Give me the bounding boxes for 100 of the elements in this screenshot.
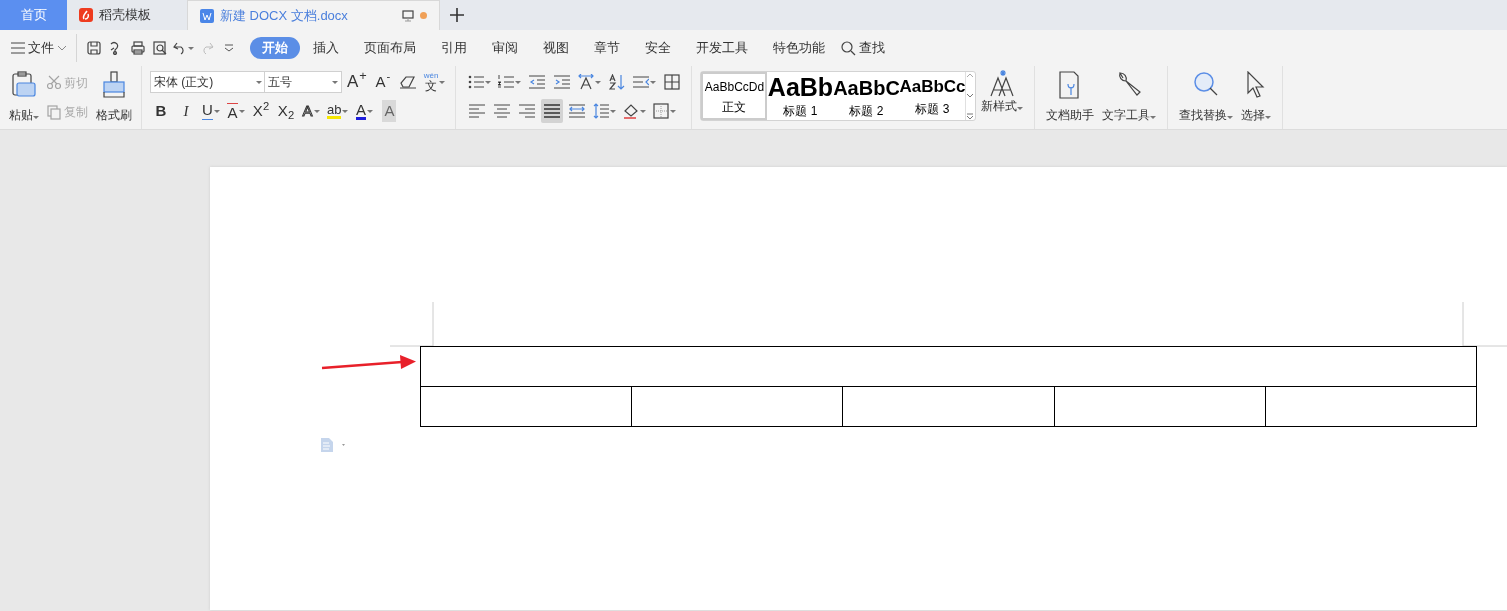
caret-icon bbox=[595, 80, 602, 84]
paint-brush-icon bbox=[102, 71, 126, 99]
monitor-icon[interactable] bbox=[402, 9, 414, 22]
grow-font-button[interactable]: A$^{+}$ bbox=[345, 70, 369, 94]
script-button[interactable]: X$^{2}$ bbox=[250, 99, 272, 123]
find-replace-button[interactable]: 查找替换 bbox=[1176, 68, 1237, 127]
caret-icon bbox=[640, 109, 647, 113]
shrink-font-button[interactable]: A$^{-}$ bbox=[371, 70, 394, 94]
text-effect-button[interactable]: A bbox=[300, 99, 322, 123]
caret-icon bbox=[188, 46, 194, 50]
bold-button[interactable]: B bbox=[150, 99, 172, 123]
caret-icon bbox=[1017, 107, 1024, 110]
caret-icon bbox=[238, 109, 245, 113]
scroll-down-icon[interactable] bbox=[966, 92, 975, 99]
align-center-icon bbox=[494, 103, 511, 119]
clipboard-icon bbox=[11, 71, 37, 99]
ribbon-tab[interactable]: 特色功能 bbox=[761, 36, 837, 60]
sort-icon bbox=[609, 74, 626, 90]
caret-icon bbox=[610, 109, 617, 113]
window-tab[interactable]: 稻壳模板 bbox=[67, 0, 187, 30]
print-icon bbox=[131, 41, 145, 55]
search-button[interactable]: 查找 bbox=[838, 36, 888, 60]
menu-icon bbox=[11, 42, 25, 54]
eraser-icon bbox=[399, 75, 416, 89]
ribbon-tab[interactable]: 引用 bbox=[429, 36, 479, 60]
table-cell[interactable] bbox=[842, 386, 1055, 427]
phonetic-guide-button[interactable]: wén 文 bbox=[421, 70, 448, 94]
highlight-button[interactable]: ab bbox=[325, 99, 351, 123]
table-cell[interactable] bbox=[420, 386, 632, 427]
distributed-icon bbox=[569, 103, 586, 119]
ribbon-tab[interactable]: 视图 bbox=[531, 36, 581, 60]
print-preview-icon bbox=[153, 41, 167, 55]
strikethrough-button[interactable]: A bbox=[225, 99, 247, 123]
copy-icon bbox=[47, 104, 61, 120]
caret-icon bbox=[332, 80, 338, 84]
style-preset[interactable]: AaBbCcDd 正文 bbox=[701, 72, 768, 120]
window-tab[interactable]: 新建 DOCX 文档.docx bbox=[187, 0, 440, 30]
expand-icon[interactable] bbox=[966, 113, 975, 120]
caret-icon bbox=[213, 109, 220, 113]
justify-button[interactable] bbox=[541, 99, 564, 123]
caret-icon bbox=[1227, 116, 1234, 119]
increase-indent-icon bbox=[554, 74, 571, 90]
table-layout-icon bbox=[664, 74, 681, 90]
paste-button[interactable]: 粘贴 bbox=[6, 68, 42, 127]
chevron-down-icon bbox=[224, 44, 234, 52]
caret-icon bbox=[342, 109, 349, 113]
redo-icon bbox=[200, 41, 214, 55]
ribbon-tab[interactable]: 章节 bbox=[582, 36, 632, 60]
italic-button[interactable]: I bbox=[175, 99, 197, 123]
align-right-icon bbox=[519, 103, 536, 119]
file-menu-button[interactable]: 文件 bbox=[8, 36, 70, 60]
crop-mark bbox=[390, 302, 435, 347]
caret-icon bbox=[33, 116, 39, 119]
scissors-icon bbox=[47, 75, 61, 91]
gallery-scroll-arrows[interactable] bbox=[965, 72, 976, 120]
table-cell[interactable] bbox=[631, 386, 843, 427]
caret-icon bbox=[670, 109, 677, 113]
caret-icon bbox=[313, 109, 320, 113]
text-direction-icon bbox=[578, 74, 595, 90]
document-assistant-button[interactable]: 文档助手 bbox=[1043, 68, 1098, 127]
line-spacing-icon bbox=[593, 103, 610, 119]
font-size-field[interactable]: 五号 bbox=[264, 71, 342, 93]
search-icon bbox=[841, 40, 856, 56]
caret-icon bbox=[1265, 116, 1272, 119]
table-cell[interactable] bbox=[1265, 386, 1477, 427]
paint-bucket-icon bbox=[623, 103, 640, 119]
font-name-field[interactable]: 宋体 (正文) bbox=[150, 71, 266, 93]
crop-mark bbox=[1462, 302, 1507, 347]
save-icon bbox=[87, 41, 101, 55]
caret-icon bbox=[485, 80, 492, 84]
font-color-button[interactable]: A bbox=[353, 99, 376, 123]
new-style-button[interactable]: 新样式 bbox=[978, 66, 1027, 118]
bullet-list-icon bbox=[468, 74, 485, 90]
text-tools-button[interactable]: 文字工具 bbox=[1099, 68, 1160, 127]
script-button[interactable]: X$_{2}$ bbox=[275, 99, 297, 123]
caret-icon bbox=[650, 80, 657, 84]
ribbon-tab[interactable]: 开发工具 bbox=[684, 36, 760, 60]
caret-icon bbox=[366, 109, 373, 113]
decrease-indent-icon bbox=[529, 74, 546, 90]
ribbon-tab[interactable]: 插入 bbox=[301, 36, 351, 60]
borders-icon bbox=[653, 103, 670, 119]
underline-button[interactable]: U bbox=[200, 99, 222, 123]
ribbon-tab[interactable]: 页面布局 bbox=[352, 36, 428, 60]
caret-icon bbox=[515, 80, 522, 84]
unsaved-dot-icon bbox=[420, 12, 427, 19]
ribbon-tab[interactable]: 审阅 bbox=[480, 36, 530, 60]
table-cell[interactable] bbox=[1054, 386, 1266, 427]
select-button[interactable]: 选择 bbox=[1238, 68, 1275, 127]
caret-icon bbox=[439, 80, 446, 84]
ribbon-tab[interactable]: 安全 bbox=[633, 36, 683, 60]
line-wrap-icon bbox=[633, 74, 650, 90]
merged-table-cell[interactable] bbox=[420, 346, 1477, 387]
format-painter-button[interactable]: 格式刷 bbox=[93, 68, 135, 127]
flame-logo-icon bbox=[79, 8, 93, 22]
new-style-icon bbox=[989, 69, 1016, 97]
caret-icon bbox=[1150, 116, 1157, 119]
chevron-down-icon bbox=[57, 45, 67, 51]
align-left-icon bbox=[469, 103, 486, 119]
justify-icon bbox=[544, 103, 561, 119]
plus-icon bbox=[450, 8, 464, 22]
